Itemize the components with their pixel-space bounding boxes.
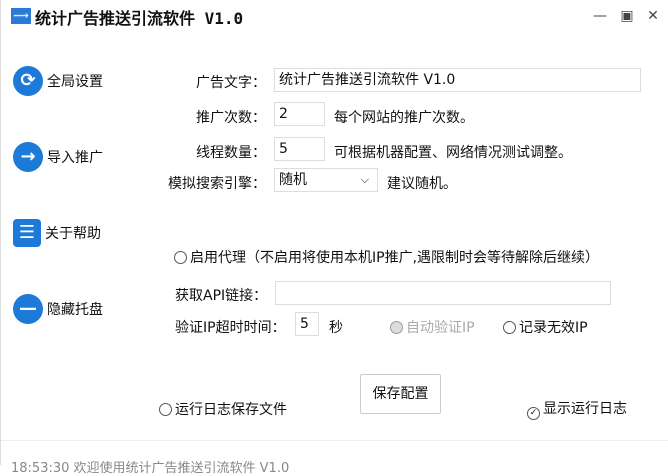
app-icon: ⟿ <box>11 8 31 24</box>
count-hint: 每个网站的推广次数。 <box>334 110 474 126</box>
list-icon: ☰ <box>13 219 41 247</box>
show-log-label: 显示运行日志 <box>543 401 627 417</box>
gear-icon: ⟳ <box>13 66 43 96</box>
minimize-button[interactable]: — <box>591 8 609 24</box>
ad-text-label: 广告文字： <box>196 75 266 91</box>
close-button[interactable]: ✕ <box>644 8 662 24</box>
maximize-button[interactable]: ▣ <box>618 8 636 24</box>
nav-import-promo[interactable]: → 导入推广 <box>13 142 103 172</box>
auto-verify-label: 自动验证IP <box>406 320 475 336</box>
engine-hint: 建议随机。 <box>387 176 457 192</box>
api-input[interactable] <box>275 281 611 305</box>
record-invalid-radio[interactable]: 记录无效IP <box>503 317 588 337</box>
auto-verify-radio[interactable]: 自动验证IP <box>390 317 475 337</box>
nav-label: 隐藏托盘 <box>47 302 103 318</box>
threads-hint: 可根据机器配置、网络情况测试调整。 <box>334 145 572 161</box>
window-title: 统计广告推送引流软件 V1.0 <box>35 9 244 28</box>
nav-label: 导入推广 <box>47 150 103 166</box>
threads-label: 线程数量： <box>196 145 266 161</box>
timeout-unit: 秒 <box>329 320 343 336</box>
nav-label: 全局设置 <box>47 74 103 90</box>
engine-value: 随机 <box>279 172 307 188</box>
timeout-input[interactable]: 5 <box>295 312 319 336</box>
nav-label: 关于帮助 <box>45 226 101 242</box>
arrow-right-icon: → <box>13 142 43 172</box>
save-log-label: 运行日志保存文件 <box>175 402 287 418</box>
enable-proxy-label: 启用代理（不启用将使用本机IP推广,遇限制时会等待解除后继续） <box>190 250 600 266</box>
threads-input[interactable]: 5 <box>274 137 325 161</box>
minus-icon: — <box>13 294 43 324</box>
timeout-label: 验证IP超时时间： <box>175 320 286 336</box>
enable-proxy-radio[interactable]: 启用代理（不启用将使用本机IP推广,遇限制时会等待解除后继续） <box>174 247 599 267</box>
save-config-button[interactable]: 保存配置 <box>360 374 441 414</box>
ad-text-input[interactable]: 统计广告推送引流软件 V1.0 <box>274 68 641 92</box>
save-log-radio[interactable]: 运行日志保存文件 <box>159 399 287 419</box>
divider <box>1 440 668 441</box>
nav-global-settings[interactable]: ⟳ 全局设置 <box>13 66 103 96</box>
record-invalid-label: 记录无效IP <box>519 320 588 336</box>
check-icon: ✓ <box>527 407 540 420</box>
nav-about-help[interactable]: ☰ 关于帮助 <box>13 219 101 247</box>
show-log-checkbox[interactable]: ✓ 显示运行日志 <box>527 398 627 420</box>
radio-icon <box>503 321 516 334</box>
engine-select[interactable]: 随机 ⌵ <box>274 168 378 192</box>
radio-icon <box>390 321 403 334</box>
chevron-down-icon: ⌵ <box>360 173 369 186</box>
api-label: 获取API链接： <box>175 288 268 304</box>
radio-icon <box>159 403 172 416</box>
log-line: 18:53:30 欢迎使用统计广告推送引流软件 V1.0 <box>11 461 290 476</box>
engine-label: 模拟搜索引擎： <box>168 176 266 192</box>
nav-hide-tray[interactable]: — 隐藏托盘 <box>13 294 103 324</box>
radio-icon <box>174 251 187 264</box>
count-label: 推广次数： <box>196 110 266 126</box>
count-input[interactable]: 2 <box>274 102 325 126</box>
